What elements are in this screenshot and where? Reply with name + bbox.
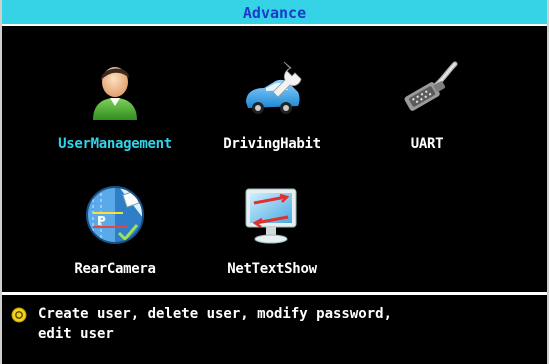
car-wrench-icon [246, 61, 302, 114]
menu-item-label: DrivingHabit [223, 136, 321, 152]
menu-item-rear-camera[interactable]: P RearCamera [40, 183, 190, 293]
monitor-network-icon [245, 188, 297, 244]
menu-item-user-management[interactable]: UserManagement [40, 58, 190, 168]
menu-item-label: UART [410, 136, 444, 152]
serial-cable-icon [404, 61, 458, 111]
svg-text:P: P [97, 214, 106, 228]
menu-item-net-text-show[interactable]: NetTextShow [197, 183, 347, 293]
menu-item-label: UserManagement [58, 136, 172, 152]
user-icon [93, 67, 137, 120]
hint-text: Create user, delete user, modify passwor… [38, 306, 393, 342]
menu-item-label: NetTextShow [227, 261, 317, 277]
window-title: Advance [242, 4, 307, 22]
menu-item-driving-habit[interactable]: DrivingHabit [197, 58, 347, 168]
rear-camera-icon: P [86, 186, 144, 244]
menu-item-label: RearCamera [74, 261, 156, 277]
menu-item-uart[interactable]: UART [352, 58, 502, 168]
hint-panel: Create user, delete user, modify passwor… [0, 295, 549, 364]
window-title-bar: Advance [0, 0, 549, 26]
info-bullet-icon [11, 307, 27, 323]
